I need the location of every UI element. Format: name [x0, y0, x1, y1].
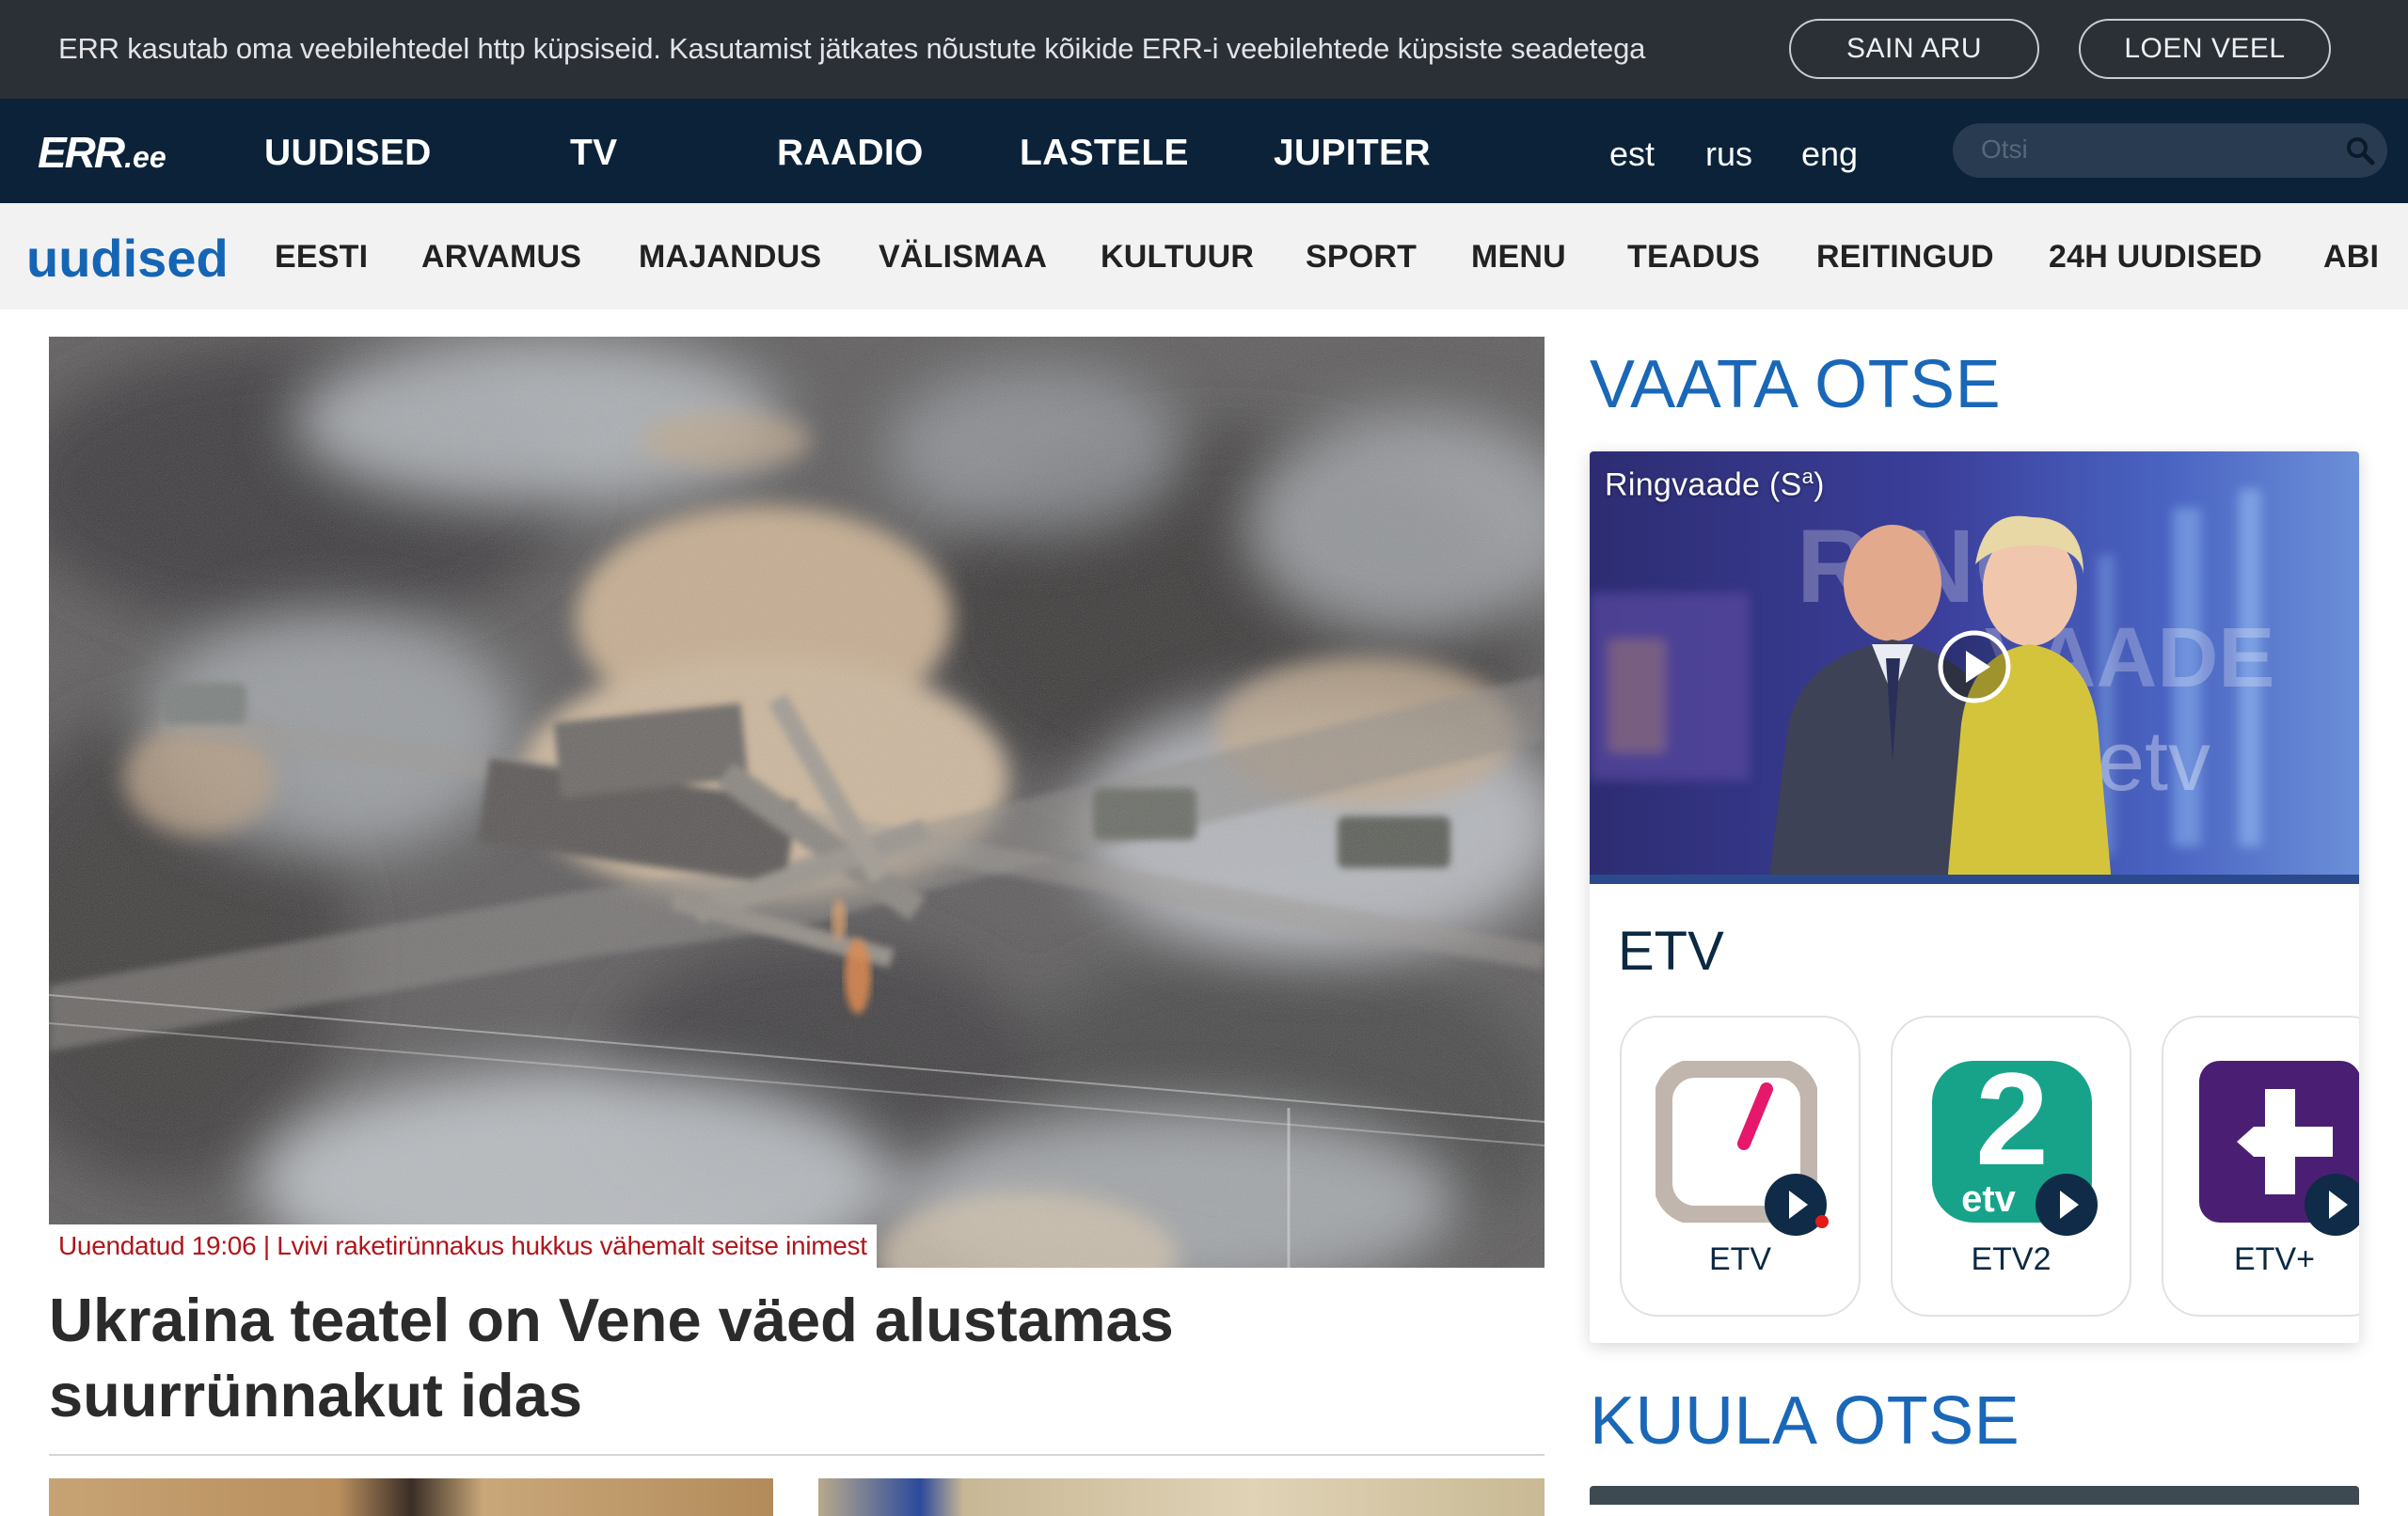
- subnav-item-valismaa[interactable]: VÄLISMAA: [879, 239, 1047, 276]
- play-icon[interactable]: [1936, 628, 2013, 705]
- live-dot-icon: [1815, 1215, 1829, 1228]
- article-thumbnail[interactable]: [49, 1478, 773, 1516]
- subnav-item-eesti[interactable]: EESTI: [275, 239, 368, 276]
- subnav-item-sport[interactable]: SPORT: [1306, 239, 1417, 276]
- search-input[interactable]: [1981, 131, 2329, 168]
- nav-item-lastele[interactable]: LASTELE: [1020, 133, 1189, 174]
- program-label-end: ): [1814, 466, 1825, 503]
- subnav-item-menu[interactable]: MENU: [1471, 239, 1566, 276]
- uudised-logo[interactable]: uudised: [26, 228, 229, 289]
- divider: [49, 1454, 1545, 1456]
- radio-player-preview[interactable]: [1590, 1486, 2359, 1505]
- channel-label: ETV+: [2234, 1241, 2315, 1277]
- logo-err-text: ERR: [38, 128, 125, 177]
- cookie-text: ERR kasutab oma veebilehtedel http küpsi…: [58, 32, 1646, 65]
- play-icon: [2036, 1174, 2098, 1236]
- svg-text:etv: etv: [1961, 1178, 2017, 1220]
- subnav-item-majandus[interactable]: MAJANDUS: [639, 239, 821, 276]
- search-box: [1953, 123, 2387, 178]
- lang-eng[interactable]: eng: [1801, 134, 1858, 174]
- lang-est[interactable]: est: [1609, 134, 1655, 174]
- live-video-player[interactable]: RING VAADE etv Ringvaade (Sa): [1590, 451, 2359, 884]
- listen-live-heading: KUULA OTSE: [1590, 1383, 2020, 1459]
- logo-ee-text: .ee: [124, 140, 166, 174]
- program-sup: a: [1801, 465, 1814, 488]
- play-icon: [2305, 1174, 2359, 1236]
- hero-image[interactable]: [49, 337, 1545, 1268]
- channel-label: ETV2: [1971, 1241, 2052, 1277]
- program-label: Ringvaade (Sa): [1605, 465, 1825, 503]
- cookie-banner: ERR kasutab oma veebilehtedel http küpsi…: [0, 0, 2408, 99]
- main-navigation: ERR .ee UUDISED TV RAADIO LASTELE JUPITE…: [0, 99, 2408, 203]
- subnav-item-kultuur[interactable]: KULTUUR: [1101, 239, 1254, 276]
- hero-headline[interactable]: Ukraina teatel on Vene väed alustamas su…: [49, 1283, 1516, 1433]
- subnav-item-arvamus[interactable]: ARVAMUS: [421, 239, 581, 276]
- svg-text:2: 2: [1975, 1061, 2049, 1192]
- hero-caption[interactable]: Uuendatud 19:06 | Lvivi raketirünnakus h…: [49, 1224, 877, 1268]
- subnav-item-reitingud[interactable]: REITINGUD: [1816, 239, 1994, 276]
- program-name: Ringvaade (S: [1605, 466, 1802, 503]
- nav-item-tv[interactable]: TV: [570, 133, 617, 174]
- search-icon[interactable]: [2344, 134, 2376, 166]
- nav-item-jupiter[interactable]: JUPITER: [1274, 133, 1431, 174]
- channel-name: ETV: [1618, 921, 1724, 982]
- subnav-item-teadus[interactable]: TEADUS: [1627, 239, 1760, 276]
- channel-tile-etv-plus[interactable]: ETV+: [2162, 1016, 2359, 1317]
- hero-photo: [49, 337, 1545, 1268]
- nav-item-uudised[interactable]: UUDISED: [264, 133, 432, 174]
- svg-text:etv: etv: [2098, 715, 2210, 809]
- watch-live-heading: VAATA OTSE: [1590, 347, 2002, 422]
- article-thumbnail[interactable]: [818, 1478, 1545, 1516]
- channel-tile-etv[interactable]: ETV: [1620, 1016, 1861, 1317]
- cookie-read-more-button[interactable]: LOEN VEEL: [2079, 19, 2331, 79]
- cookie-agree-button[interactable]: SAIN ARU: [1789, 19, 2039, 79]
- subnav-item-24h-uudised[interactable]: 24H UUDISED: [2049, 239, 2262, 276]
- channel-label: ETV: [1708, 1241, 1772, 1277]
- err-logo[interactable]: ERR .ee: [38, 127, 166, 174]
- section-navigation: uudised EESTI ARVAMUS MAJANDUS VÄLISMAA …: [0, 203, 2408, 309]
- channel-tile-etv2[interactable]: 2 etv ETV2: [1891, 1016, 2131, 1317]
- subnav-item-abi[interactable]: ABI: [2323, 239, 2379, 276]
- lang-rus[interactable]: rus: [1705, 134, 1752, 174]
- nav-item-raadio[interactable]: RAADIO: [777, 133, 924, 174]
- live-tv-card: RING VAADE etv Ringvaade (Sa) ETV: [1590, 451, 2359, 1343]
